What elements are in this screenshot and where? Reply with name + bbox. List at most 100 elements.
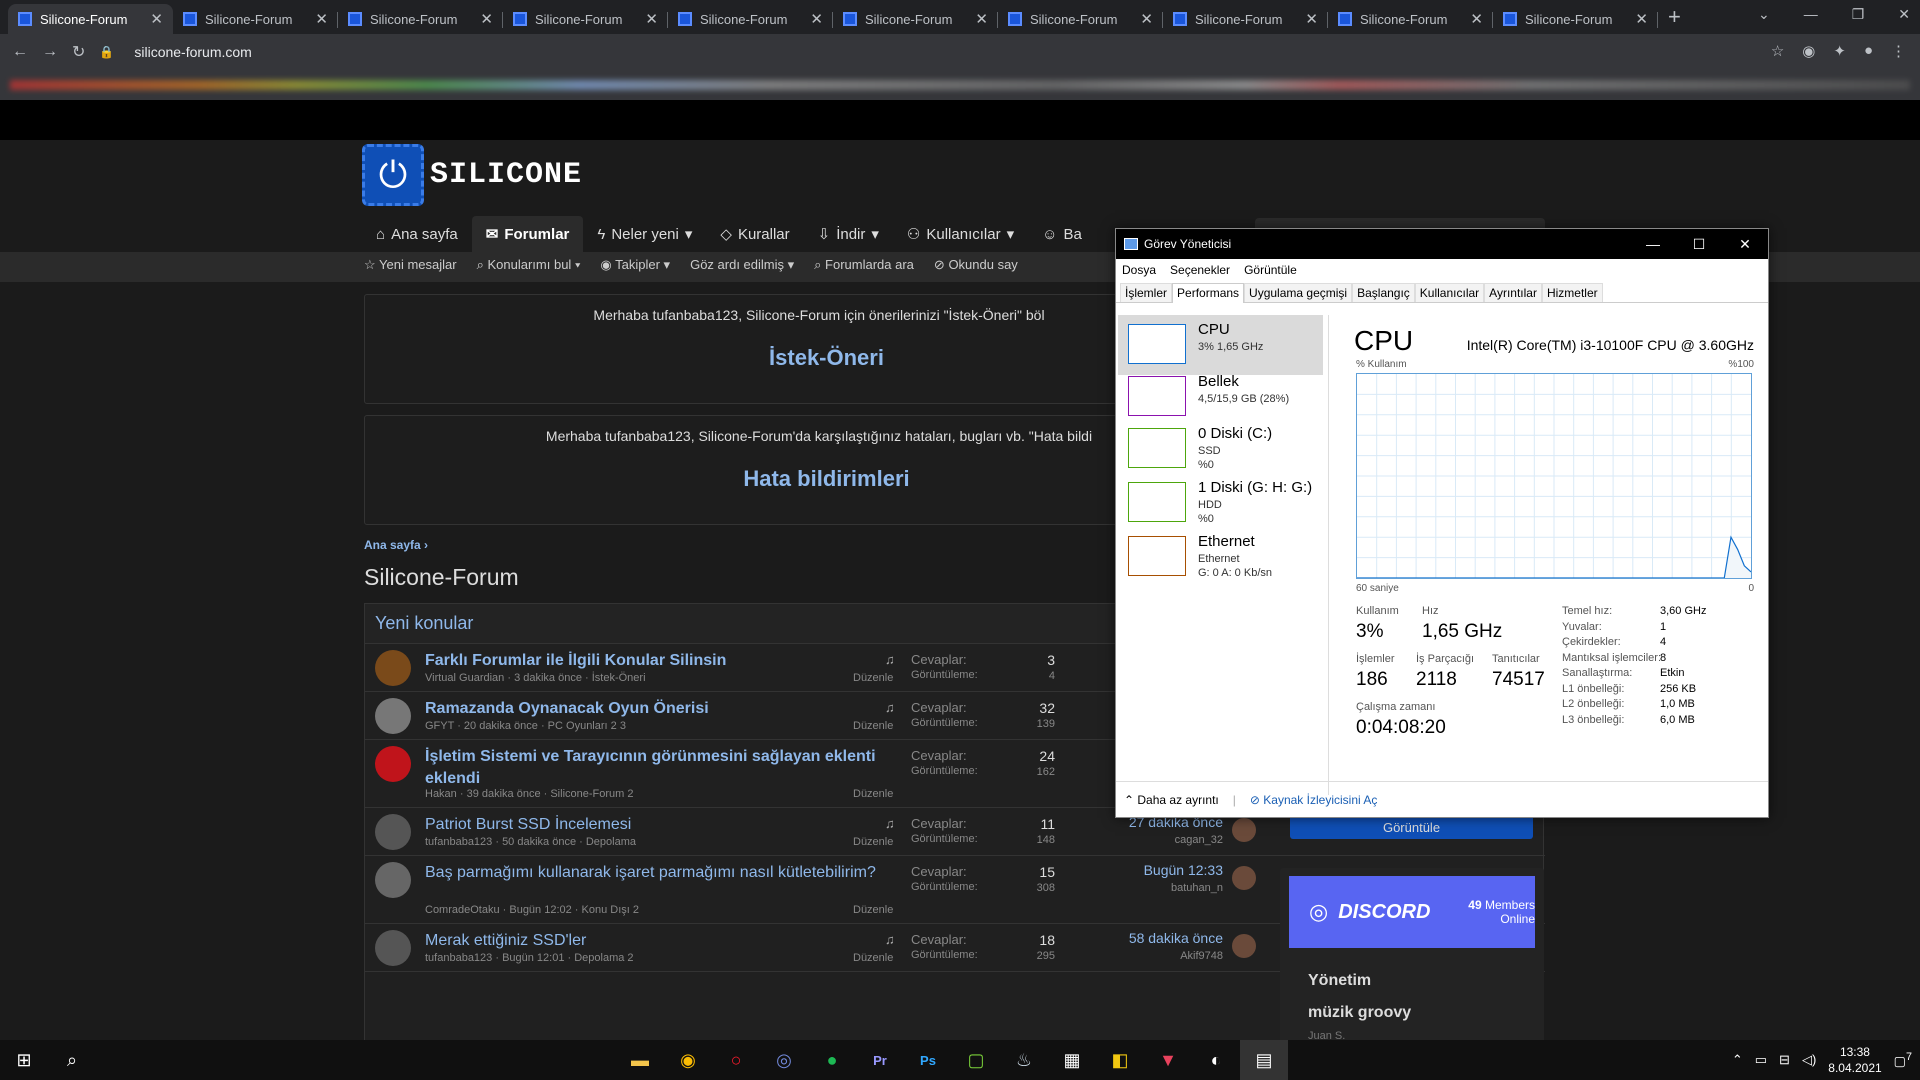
new-tab-button[interactable]: + [1668, 4, 1681, 30]
breadcrumb[interactable]: Ana sayfa › [364, 538, 428, 552]
tm-tab[interactable]: Hizmetler [1541, 283, 1603, 302]
premiere-icon[interactable]: Pr [856, 1040, 904, 1080]
subnav-search-forums[interactable]: ⌕ Forumlarda ara [814, 257, 914, 273]
tab-close-icon[interactable]: ✕ [1305, 10, 1318, 28]
bell-icon[interactable]: ♫ [885, 700, 895, 715]
nav-rules[interactable]: ◇ Kurallar [706, 216, 803, 252]
notice-title[interactable]: İstek-Öneri [365, 345, 1123, 371]
last-post-user[interactable]: Akif9748 [1115, 950, 1223, 962]
tab-close-icon[interactable]: ✕ [1635, 10, 1648, 28]
subnav-ignored[interactable]: Göz ardı edilmiş ▾ [690, 257, 794, 273]
tab-close-icon[interactable]: ✕ [150, 10, 163, 28]
subnav-find-threads[interactable]: ⌕ Konularımı bul ▾ [477, 257, 581, 273]
nav-home[interactable]: ⌂ Ana sayfa [362, 216, 472, 252]
tm-close-button[interactable]: ✕ [1722, 229, 1768, 259]
browser-tab[interactable]: Silicone-Forum ✕ [8, 4, 173, 34]
menu-icon[interactable]: ⋮ [1891, 42, 1906, 60]
tm-tab[interactable]: Başlangıç [1352, 283, 1415, 302]
last-poster-avatar[interactable] [1232, 934, 1256, 958]
last-post-time[interactable]: 58 dakika önce [1115, 930, 1223, 946]
notice-title[interactable]: Hata bildirimleri [365, 466, 1123, 492]
tm-tab[interactable]: Kullanıcılar [1414, 283, 1485, 302]
thread-title[interactable]: Merak ettiğiniz SSD'ler [425, 930, 895, 952]
tm-minimize-button[interactable]: — [1630, 229, 1676, 259]
avatar[interactable] [375, 930, 411, 966]
file-explorer-icon[interactable]: ▬ [616, 1040, 664, 1080]
resource-item[interactable]: CPU 3% 1,65 GHz [1118, 315, 1323, 375]
nav-download[interactable]: ⇩ İndir ▾ [804, 216, 893, 252]
restore-button[interactable]: ❐ [1852, 6, 1865, 23]
tm-maximize-button[interactable]: ☐ [1676, 229, 1722, 259]
avatar[interactable] [375, 650, 411, 686]
last-post-user[interactable]: batuhan_n [1115, 882, 1223, 894]
clock[interactable]: 13:38 8.04.2021 [1828, 1044, 1881, 1076]
edit-link[interactable]: Düzenle [853, 836, 893, 848]
minimize-button[interactable]: — [1804, 6, 1818, 23]
browser-tab[interactable]: Silicone-Forum ✕ [833, 4, 998, 34]
tm-tab[interactable]: Ayrıntılar [1484, 283, 1542, 302]
bell-icon[interactable]: ♫ [885, 652, 895, 667]
discord-channel[interactable]: müzik groovy [1308, 997, 1528, 1029]
photoshop-icon[interactable]: Ps [904, 1040, 952, 1080]
thread-title[interactable]: Patriot Burst SSD İncelemesi [425, 814, 895, 836]
tab-close-icon[interactable]: ✕ [315, 10, 328, 28]
spotify-icon[interactable]: ● [808, 1040, 856, 1080]
avatar[interactable] [375, 862, 411, 898]
resource-item[interactable]: Bellek 4,5/15,9 GB (28%) [1118, 367, 1323, 427]
last-post-user[interactable]: cagan_32 [1115, 834, 1223, 846]
nav-forums[interactable]: ✉ Forumlar [471, 216, 584, 252]
edit-link[interactable]: Düzenle [853, 788, 893, 800]
edit-link[interactable]: Düzenle [853, 952, 893, 964]
vegas-icon[interactable]: ▼ [1144, 1040, 1192, 1080]
browser-tab[interactable]: Silicone-Forum ✕ [1493, 4, 1658, 34]
task-manager-taskbar-icon[interactable]: ▤ [1240, 1040, 1288, 1080]
tm-menu-item[interactable]: Görüntüle [1244, 263, 1297, 277]
camtasia-icon[interactable]: ▢ [952, 1040, 1000, 1080]
resource-item[interactable]: 0 Diski (C:) SSD %0 [1118, 419, 1323, 479]
network-icon[interactable]: ⊟ [1779, 1052, 1790, 1068]
browser-tab[interactable]: Silicone-Forum ✕ [998, 4, 1163, 34]
tab-search-icon[interactable]: ⌄ [1758, 6, 1770, 23]
bell-icon[interactable]: ♫ [885, 932, 895, 947]
tm-menu-item[interactable]: Dosya [1122, 263, 1156, 277]
tab-close-icon[interactable]: ✕ [1140, 10, 1153, 28]
avatar[interactable] [375, 814, 411, 850]
reload-icon[interactable]: ↻ [72, 42, 85, 62]
notification-icon[interactable]: ▢7 [1894, 1051, 1912, 1069]
puzzle-icon[interactable]: ✦ [1833, 42, 1846, 60]
browser-tab[interactable]: Silicone-Forum ✕ [1328, 4, 1493, 34]
search-icon[interactable]: ⌕ [48, 1040, 96, 1080]
calculator-icon[interactable]: ▦ [1048, 1040, 1096, 1080]
tab-close-icon[interactable]: ✕ [1470, 10, 1483, 28]
bookmark-star-icon[interactable]: ☆ [1771, 42, 1784, 60]
edit-link[interactable]: Düzenle [853, 904, 893, 916]
browser-tab[interactable]: Silicone-Forum ✕ [503, 4, 668, 34]
subnav-mark-read[interactable]: ⊘ Okundu say [934, 257, 1018, 273]
lock-icon[interactable]: 🔒 [99, 45, 114, 59]
tab-close-icon[interactable]: ✕ [645, 10, 658, 28]
avatar[interactable] [375, 746, 411, 782]
tab-close-icon[interactable]: ✕ [810, 10, 823, 28]
app-icon[interactable]: ◧ [1096, 1040, 1144, 1080]
last-post-time[interactable]: Bugün 12:33 [1115, 862, 1223, 878]
tm-tab[interactable]: Uygulama geçmişi [1244, 283, 1353, 302]
resource-item[interactable]: 1 Diski (G: H: G:) HDD %0 [1118, 473, 1323, 533]
subnav-watched[interactable]: ◉ Takipler ▾ [600, 257, 670, 273]
nav-more[interactable]: ☺ Ba [1028, 216, 1096, 252]
extension-icon[interactable]: ◉ [1802, 42, 1815, 60]
edit-link[interactable]: Düzenle [853, 720, 893, 732]
profile-icon[interactable]: ● [1864, 42, 1873, 60]
volume-icon[interactable]: ◁) [1802, 1052, 1816, 1068]
last-poster-avatar[interactable] [1232, 818, 1256, 842]
resource-item[interactable]: Ethernet Ethernet G: 0 A: 0 Kb/sn [1118, 527, 1323, 587]
browser-tab[interactable]: Silicone-Forum ✕ [338, 4, 503, 34]
windows-start-icon[interactable]: ⊞ [0, 1040, 48, 1080]
tm-menu-item[interactable]: Seçenekler [1170, 263, 1230, 277]
opera-icon[interactable]: ○ [712, 1040, 760, 1080]
thread-title[interactable]: Farklı Forumlar ile İlgili Konular Silin… [425, 650, 895, 672]
url-field[interactable]: silicone-forum.com [134, 44, 251, 60]
nav-members[interactable]: ⚇ Kullanıcılar ▾ [893, 216, 1028, 252]
obs-icon[interactable]: ◐ [1192, 1040, 1240, 1080]
tray-chevron-icon[interactable]: ⌃ [1732, 1052, 1743, 1068]
browser-tab[interactable]: Silicone-Forum ✕ [173, 4, 338, 34]
